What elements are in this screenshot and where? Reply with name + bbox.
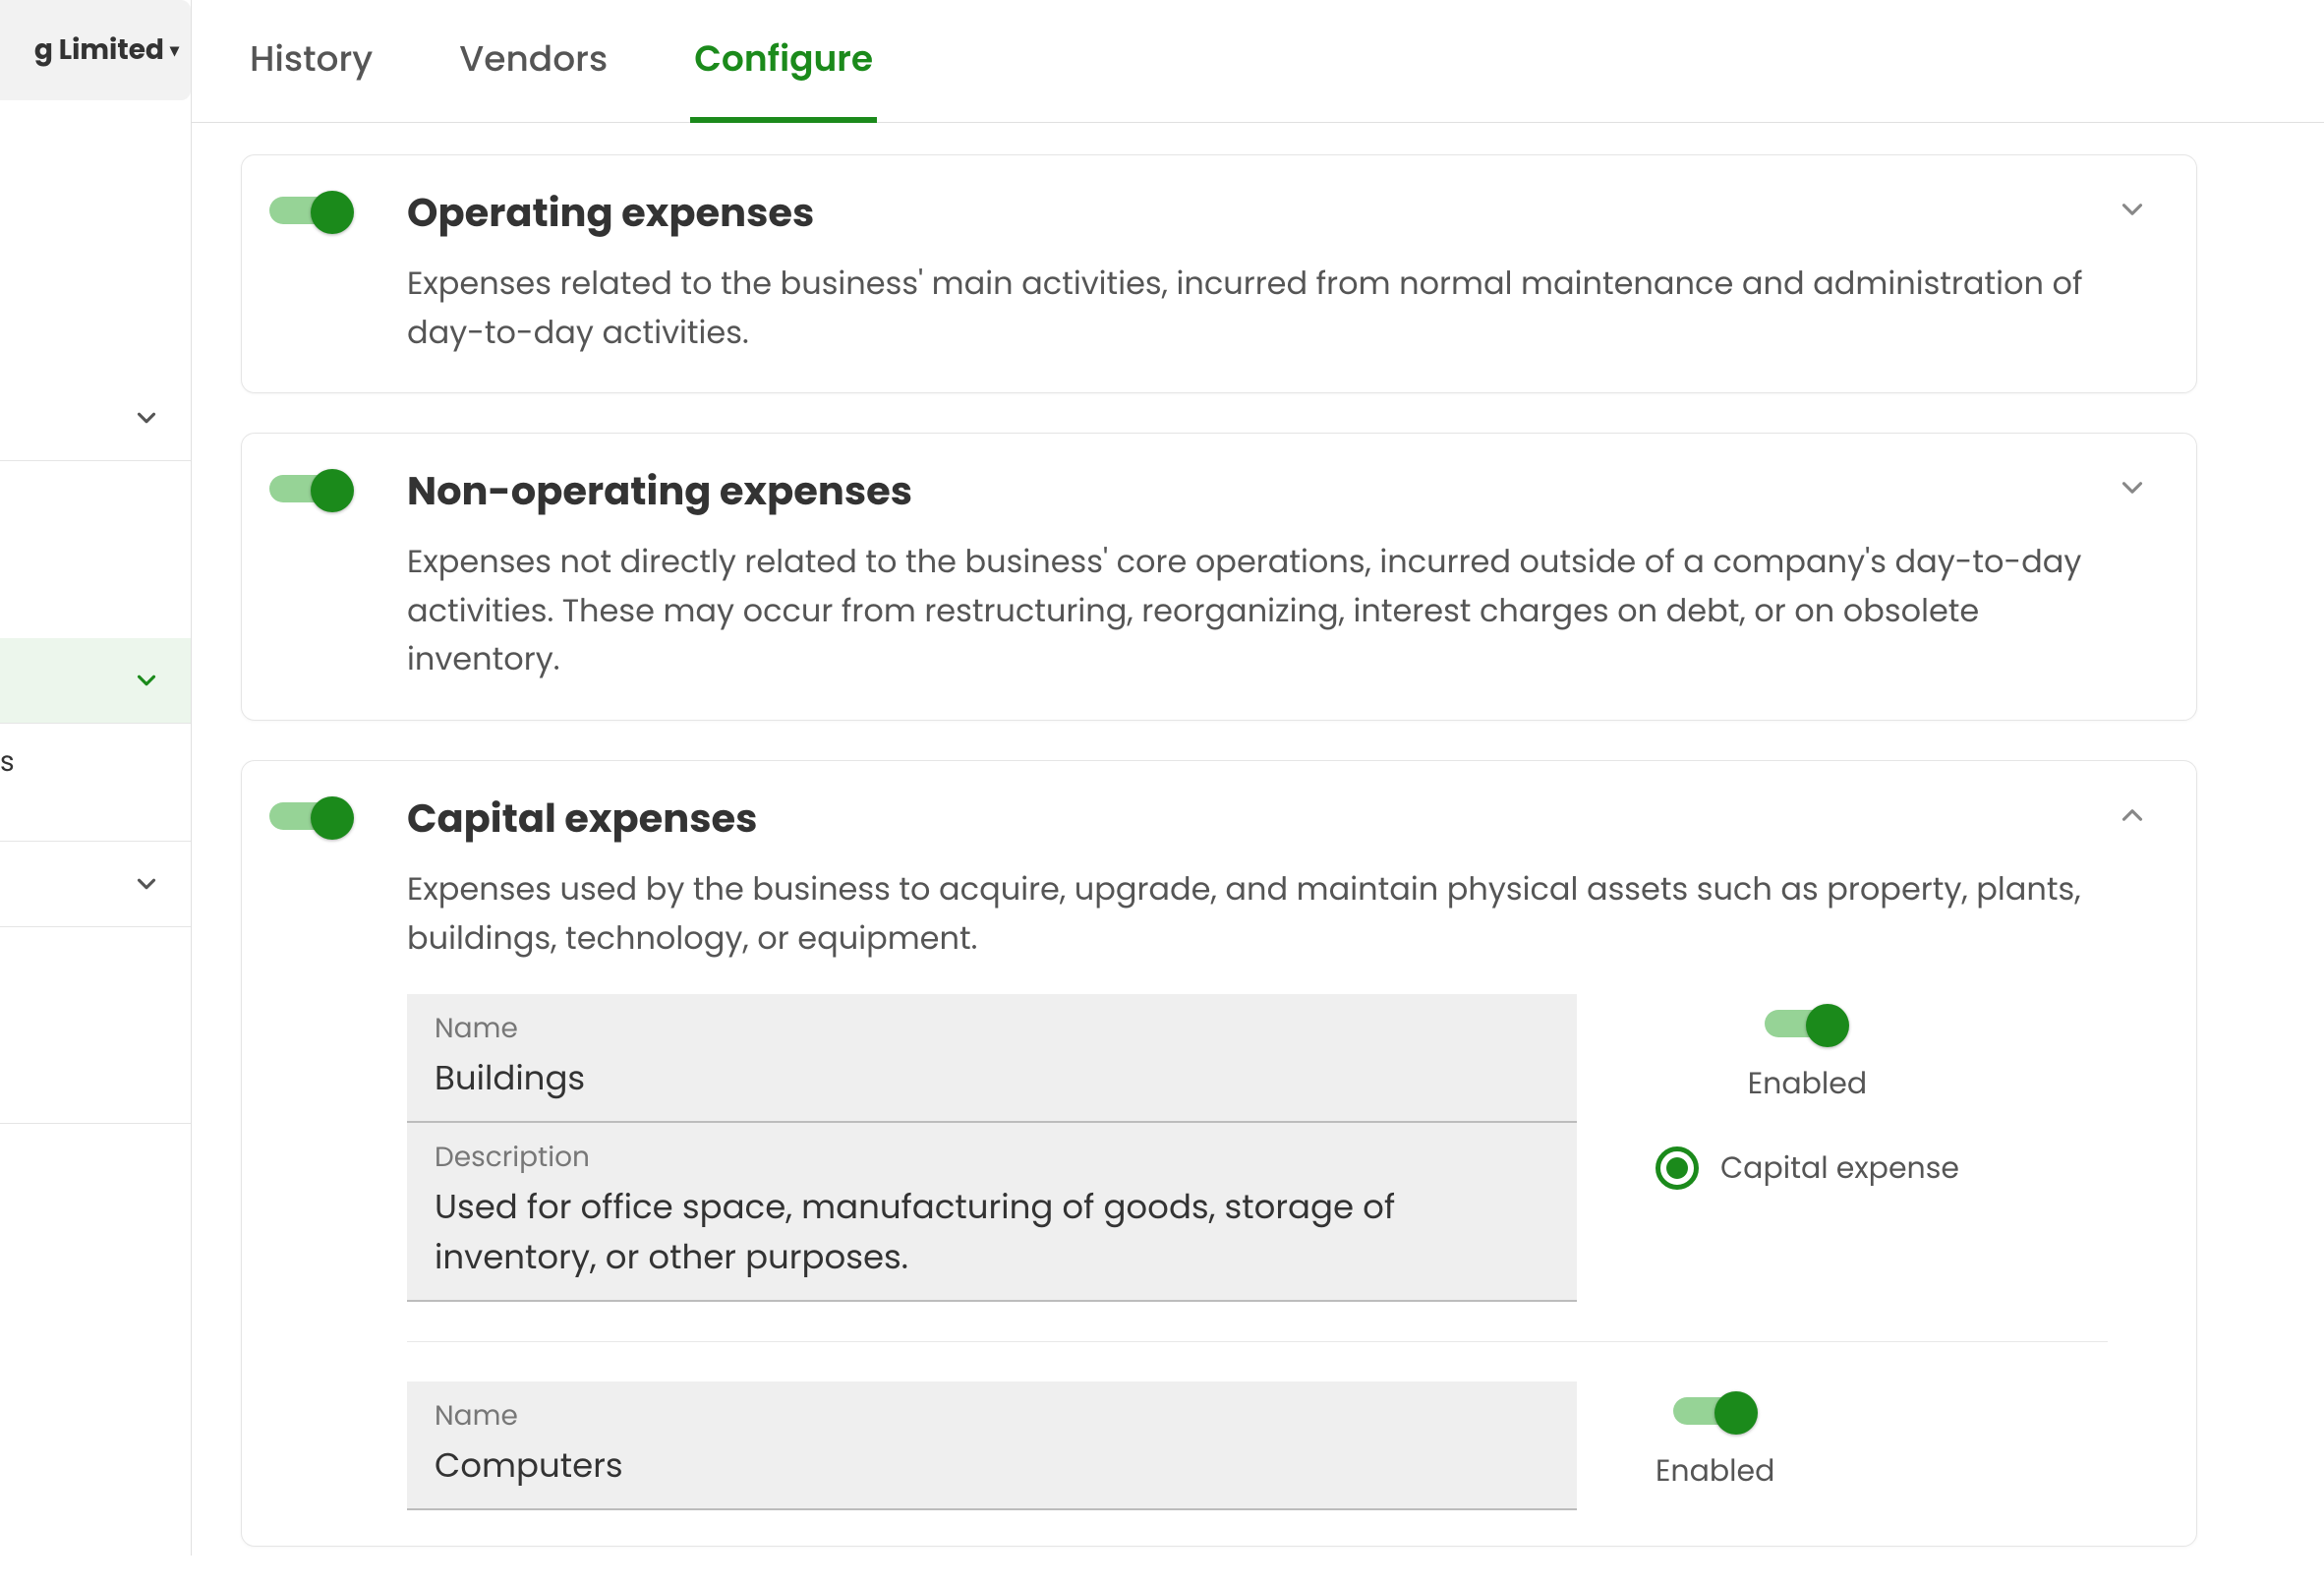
field-label-name: Name [435,1008,1549,1049]
toggle-non-operating[interactable] [269,469,354,508]
toggle-buildings-enabled[interactable] [1765,1004,1849,1043]
org-selector[interactable]: g Limited ▾ [0,0,191,100]
radio-label: Capital expense [1720,1145,1959,1191]
category-title: Non-operating expenses [407,461,2108,520]
field-value-description: Used for office space, manufacturing of … [435,1182,1549,1282]
tab-vendors[interactable]: Vendors [455,0,611,123]
main: History Vendors Configure Operating expe… [192,0,2324,1556]
description-field[interactable]: Description Used for office space, manuf… [407,1123,1577,1302]
sidebar-section-1 [0,376,191,461]
category-title: Operating expenses [407,183,2108,242]
expand-button[interactable] [2108,461,2157,504]
category-desc: Expenses related to the business' main a… [407,260,2108,357]
caret-down-icon: ▾ [170,37,179,64]
subitem-buildings: Name Buildings Description Used for offi… [407,994,2108,1342]
chevron-down-icon [132,403,161,433]
sidebar-item-collapsed-1[interactable] [0,376,191,461]
field-label-description: Description [435,1137,1549,1178]
sidebar-item-active[interactable] [0,638,191,724]
name-field[interactable]: Name Buildings [407,994,1577,1123]
category-desc: Expenses used by the business to acquire… [407,865,2108,963]
radio-capital-expense[interactable]: Capital expense [1656,1145,1959,1191]
field-value-name: Computers [435,1440,1549,1491]
toggle-operating[interactable] [269,191,354,230]
category-non-operating-expenses: Non-operating expenses Expenses not dire… [241,433,2197,721]
content: Operating expenses Expenses related to t… [192,123,2246,1586]
sidebar: g Limited ▾ s [0,0,192,1556]
sidebar-item-collapsed-2[interactable] [0,842,191,927]
category-desc: Expenses not directly related to the bus… [407,538,2108,684]
category-operating-expenses: Operating expenses Expenses related to t… [241,154,2197,393]
field-label-name: Name [435,1395,1549,1437]
enabled-label: Enabled [1656,1448,1774,1494]
toggle-capital[interactable] [269,796,354,836]
collapse-button[interactable] [2108,789,2157,832]
chevron-down-icon [132,666,161,695]
capital-subitems: Name Buildings Description Used for offi… [407,994,2108,1510]
radio-icon [1656,1146,1699,1190]
chevron-down-icon [132,869,161,899]
tabs: History Vendors Configure [192,0,2324,123]
subitem-computers: Name Computers [407,1381,2108,1510]
field-value-name: Buildings [435,1053,1549,1103]
category-title: Capital expenses [407,789,2108,848]
sidebar-section-2: s [0,638,191,783]
tab-configure[interactable]: Configure [690,0,877,123]
expand-button[interactable] [2108,183,2157,226]
toggle-computers-enabled[interactable] [1673,1391,1758,1431]
tab-history[interactable]: History [246,0,377,123]
org-name: g Limited [34,29,164,71]
enabled-label: Enabled [1748,1061,1867,1106]
chevron-down-icon [2116,471,2149,504]
name-field[interactable]: Name Computers [407,1381,1577,1510]
chevron-up-icon [2116,798,2149,832]
chevron-down-icon [2116,193,2149,226]
category-capital-expenses: Capital expenses Expenses used by the bu… [241,760,2197,1547]
sidebar-sublabel: s [0,724,191,783]
